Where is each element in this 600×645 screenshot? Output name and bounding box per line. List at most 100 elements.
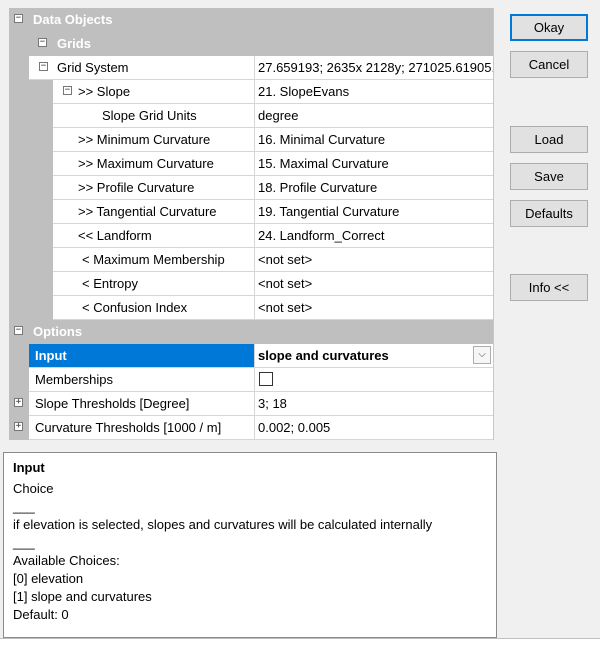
- category-options[interactable]: − Options: [9, 320, 493, 344]
- property-value-cell[interactable]: 27.659193; 2635x 2128y; 271025.61905...: [254, 56, 493, 79]
- row-margin: [9, 296, 53, 320]
- row-margin: [9, 200, 53, 224]
- row-margin: [9, 368, 29, 392]
- help-separator: ___: [13, 499, 35, 514]
- property-name: >> Profile Curvature: [78, 180, 195, 195]
- property-name-cell: >> Profile Curvature: [53, 176, 255, 199]
- property-value: 16. Minimal Curvature: [258, 132, 386, 147]
- property-name-cell: << Landform: [53, 224, 255, 247]
- property-name: < Entropy: [82, 276, 139, 291]
- property-maximum-curvature[interactable]: >> Maximum Curvature 15. Maximal Curvatu…: [9, 152, 493, 176]
- property-name: < Maximum Membership: [82, 252, 225, 267]
- load-button[interactable]: Load: [510, 126, 588, 153]
- property-name-cell: Curvature Thresholds [1000 / m]: [29, 416, 255, 439]
- collapse-icon[interactable]: −: [39, 62, 48, 71]
- property-value-cell[interactable]: 0.002; 0.005: [254, 416, 493, 439]
- row-margin: [9, 248, 53, 272]
- property-value: 21. SlopeEvans: [258, 84, 350, 99]
- property-name: Grid System: [57, 60, 129, 75]
- property-curvature-thresholds[interactable]: Curvature Thresholds [1000 / m] + 0.002;…: [9, 416, 493, 440]
- property-name: Slope Grid Units: [102, 108, 197, 123]
- property-value: 15. Maximal Curvature: [258, 156, 389, 171]
- property-value: degree: [258, 108, 299, 123]
- save-button[interactable]: Save: [510, 163, 588, 190]
- property-value-cell[interactable]: <not set>: [254, 272, 493, 295]
- property-value: slope and curvatures: [258, 348, 389, 363]
- okay-button[interactable]: Okay: [510, 14, 588, 41]
- property-minimum-curvature[interactable]: >> Minimum Curvature 16. Minimal Curvatu…: [9, 128, 493, 152]
- row-margin: [9, 56, 29, 80]
- help-choice: [0] elevation: [13, 571, 84, 586]
- category-label: Options: [33, 324, 83, 339]
- row-margin: [9, 152, 53, 176]
- property-name: Memberships: [35, 372, 114, 387]
- property-value-cell[interactable]: degree: [254, 104, 493, 127]
- property-name: < Confusion Index: [82, 300, 188, 315]
- expand-icon[interactable]: +: [14, 422, 23, 431]
- property-value: <not set>: [258, 252, 313, 267]
- property-name-cell: Input: [29, 344, 255, 367]
- property-grid-system[interactable]: − Grid System 27.659193; 2635x 2128y; 27…: [9, 56, 493, 80]
- property-tangential-curvature[interactable]: >> Tangential Curvature 19. Tangential C…: [9, 200, 493, 224]
- property-value: 0.002; 0.005: [258, 420, 331, 435]
- property-value-cell[interactable]: 18. Profile Curvature: [254, 176, 493, 199]
- chevron-down-icon[interactable]: ⌵: [473, 346, 491, 364]
- property-value-cell[interactable]: [254, 368, 493, 391]
- cancel-button[interactable]: Cancel: [510, 51, 588, 78]
- defaults-button[interactable]: Defaults: [510, 200, 588, 227]
- property-name-cell: < Maximum Membership: [53, 248, 255, 271]
- property-name-cell: Slope Thresholds [Degree]: [29, 392, 255, 415]
- property-value-cell[interactable]: <not set>: [254, 296, 493, 319]
- property-name-cell: < Confusion Index: [53, 296, 255, 319]
- row-margin: [9, 80, 53, 104]
- property-slope-thresholds[interactable]: Slope Thresholds [Degree] + 3; 18: [9, 392, 493, 416]
- category-label: Grids: [57, 36, 91, 51]
- property-name: >> Minimum Curvature: [78, 132, 211, 147]
- property-name-cell: − Grid System: [29, 56, 255, 79]
- category-grids[interactable]: − Grids: [9, 32, 493, 56]
- property-value-cell[interactable]: 15. Maximal Curvature: [254, 152, 493, 175]
- input-choice-select[interactable]: slope and curvatures ⌵: [254, 344, 493, 367]
- property-value-cell[interactable]: 24. Landform_Correct: [254, 224, 493, 247]
- memberships-checkbox[interactable]: [259, 372, 273, 386]
- property-name-cell: Slope Grid Units: [53, 104, 255, 127]
- property-value-cell[interactable]: 19. Tangential Curvature: [254, 200, 493, 223]
- property-maximum-membership[interactable]: < Maximum Membership <not set>: [9, 248, 493, 272]
- property-input[interactable]: Input slope and curvatures ⌵: [9, 344, 493, 368]
- row-margin: [9, 176, 53, 200]
- property-value: 19. Tangential Curvature: [258, 204, 400, 219]
- help-choice: [1] slope and curvatures: [13, 589, 152, 604]
- help-panel: Input Choice ___ if elevation is selecte…: [3, 452, 497, 638]
- property-value: <not set>: [258, 300, 313, 315]
- property-value: 27.659193; 2635x 2128y; 271025.61905...: [258, 60, 493, 75]
- property-memberships[interactable]: Memberships: [9, 368, 493, 392]
- property-confusion-index[interactable]: < Confusion Index <not set>: [9, 296, 493, 320]
- category-data-objects[interactable]: − Data Objects: [9, 8, 493, 32]
- property-value-cell[interactable]: <not set>: [254, 248, 493, 271]
- collapse-icon[interactable]: −: [38, 38, 47, 47]
- property-name: Slope Thresholds [Degree]: [35, 396, 190, 411]
- property-value-cell[interactable]: 21. SlopeEvans: [254, 80, 493, 103]
- help-choices-header: Available Choices:: [13, 553, 120, 568]
- property-profile-curvature[interactable]: >> Profile Curvature 18. Profile Curvatu…: [9, 176, 493, 200]
- info-button[interactable]: Info <<: [510, 274, 588, 301]
- property-value-cell[interactable]: 3; 18: [254, 392, 493, 415]
- property-slope-grid-units[interactable]: Slope Grid Units degree: [9, 104, 493, 128]
- expand-icon[interactable]: +: [14, 398, 23, 407]
- property-slope[interactable]: − >> Slope 21. SlopeEvans: [9, 80, 493, 104]
- property-value-cell[interactable]: 16. Minimal Curvature: [254, 128, 493, 151]
- collapse-icon[interactable]: −: [14, 14, 23, 23]
- help-title: Input: [13, 460, 45, 475]
- property-landform[interactable]: << Landform 24. Landform_Correct: [9, 224, 493, 248]
- collapse-icon[interactable]: −: [14, 326, 23, 335]
- property-value: <not set>: [258, 276, 313, 291]
- property-name: << Landform: [78, 228, 152, 243]
- property-name: >> Maximum Curvature: [78, 156, 214, 171]
- collapse-icon[interactable]: −: [63, 86, 72, 95]
- property-name-cell: − >> Slope: [53, 80, 255, 103]
- help-type: Choice: [13, 481, 54, 496]
- property-entropy[interactable]: < Entropy <not set>: [9, 272, 493, 296]
- property-grid: − Data Objects − Grids − Grid System 27.…: [9, 8, 494, 440]
- property-value: 24. Landform_Correct: [258, 228, 385, 243]
- row-margin: [9, 272, 53, 296]
